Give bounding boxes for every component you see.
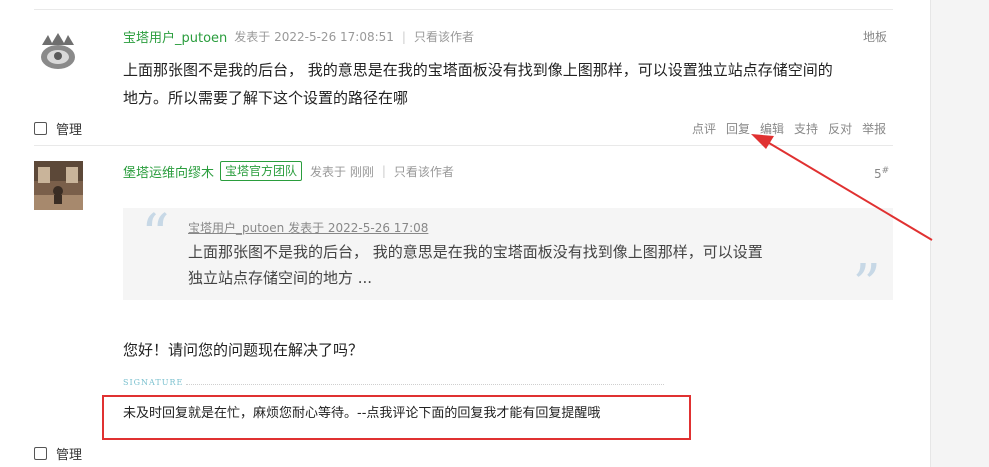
post1-content-line2: 地方。所以需要了解下这个设置的路径在哪 <box>123 89 409 107</box>
avatar-post1[interactable] <box>34 27 82 75</box>
post1-only-author-link[interactable]: 只看该作者 <box>414 28 474 45</box>
meta-separator: | <box>381 164 386 178</box>
quote-body: 上面那张图不是我的后台， 我的意思是在我的宝塔面板没有找到像上图那样，可以设置 … <box>188 239 818 291</box>
close-quote-icon: ” <box>852 253 881 318</box>
reply-action[interactable]: 回复 <box>726 120 750 137</box>
official-team-badge: 宝塔官方团队 <box>220 161 303 181</box>
post2-manage-checkbox[interactable] <box>34 447 47 460</box>
post-divider <box>34 145 893 146</box>
quote-line2: 独立站点存储空间的地方 ... <box>188 269 373 287</box>
post1-author-link[interactable]: 宝塔用户_putoen <box>123 27 227 46</box>
quote-block: “ 宝塔用户_putoen 发表于 2022-5-26 17:08 上面那张图不… <box>123 203 893 314</box>
open-quote-icon: “ <box>141 203 170 268</box>
avatar-post2[interactable] <box>34 161 83 210</box>
post2-manage-label: 管理 <box>56 448 83 463</box>
post2-meta: 堡塔运维向缪木 宝塔官方团队 发表于 刚刚 | 只看该作者 <box>123 161 454 181</box>
signature-divider <box>186 384 664 385</box>
quote-source-link[interactable]: 宝塔用户_putoen 发表于 2022-5-26 17:08 <box>188 219 428 236</box>
quote-line1: 上面那张图不是我的后台， 我的意思是在我的宝塔面板没有找到像上图那样，可以设置 <box>188 243 763 261</box>
post2-author-link[interactable]: 堡塔运维向缪木 <box>123 162 214 181</box>
post1-manage-checkbox[interactable] <box>34 122 47 135</box>
post2-floor-digit: 5 <box>874 167 882 181</box>
edit-action[interactable]: 编辑 <box>760 120 784 137</box>
post1-floor-label[interactable]: 地板 <box>863 28 887 45</box>
annotation-highlight-box <box>102 395 691 440</box>
support-action[interactable]: 支持 <box>794 120 818 137</box>
post1-posted-time: 发表于 2022-5-26 17:08:51 <box>234 30 394 44</box>
comment-action[interactable]: 点评 <box>692 120 716 137</box>
post2-manage[interactable]: 管理 <box>34 444 82 463</box>
top-divider <box>34 9 893 10</box>
post1-content: 上面那张图不是我的后台， 我的意思是在我的宝塔面板没有找到像上图那样，可以设置独… <box>123 56 833 112</box>
post2-posted-time: 发表于 刚刚 <box>310 164 374 179</box>
meta-separator: | <box>401 29 406 44</box>
post2-reply-text: 您好！请问您的问题现在解决了吗？ <box>123 341 364 359</box>
post1-manage[interactable]: 管理 <box>34 119 82 138</box>
post1-content-line1: 上面那张图不是我的后台， 我的意思是在我的宝塔面板没有找到像上图那样，可以设置独… <box>123 61 833 79</box>
post2-floor-mark: # <box>881 166 890 176</box>
signature-label: SIGNATURE <box>123 378 184 387</box>
post2-only-author-link[interactable]: 只看该作者 <box>394 163 454 180</box>
oppose-action[interactable]: 反对 <box>828 120 852 137</box>
post1-manage-label: 管理 <box>56 123 83 138</box>
report-action[interactable]: 举报 <box>862 120 886 137</box>
post1-action-bar: 点评 回复 编辑 支持 反对 举报 <box>692 120 886 137</box>
post2-floor-number[interactable]: 5# <box>874 166 889 181</box>
right-gutter <box>930 0 989 467</box>
post1-meta: 宝塔用户_putoen 发表于 2022-5-26 17:08:51 | 只看该… <box>123 27 474 47</box>
